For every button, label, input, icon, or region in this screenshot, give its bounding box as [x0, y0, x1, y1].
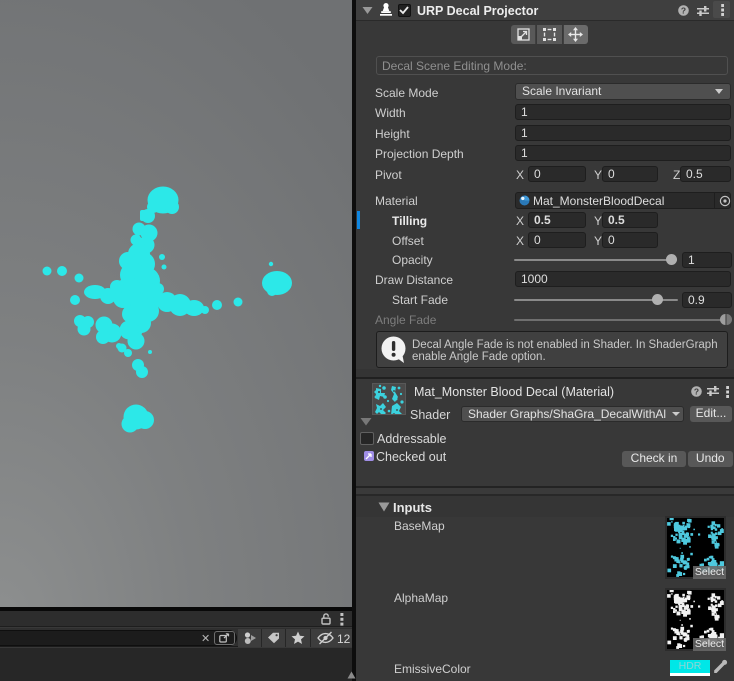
svg-text:?: ?	[693, 386, 698, 396]
svg-text:?: ?	[681, 5, 686, 15]
